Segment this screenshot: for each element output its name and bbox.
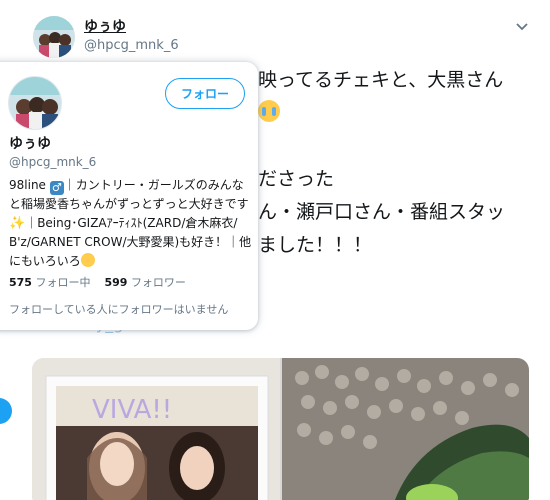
- followers-count: 599: [104, 276, 128, 289]
- hover-card-name[interactable]: ゆぅゆ: [9, 133, 51, 153]
- tweet-author-name[interactable]: ゆぅゆ: [84, 16, 126, 36]
- tweet-author-handle: @hpcg_mnk_6: [84, 38, 179, 53]
- male-sign-icon: ♂: [49, 181, 64, 195]
- followers-label: フォロワー: [130, 276, 186, 289]
- media-text: VIVA!!: [92, 395, 172, 425]
- tweet-media[interactable]: VIVA!!: [32, 358, 529, 500]
- sparkles-icon: ✨: [9, 216, 26, 231]
- tweet-text: 映ってるチェキと、大黒さん ださった ん・瀬戸口さん・番組スタッ ました！！！: [258, 64, 505, 262]
- follow-button[interactable]: フォロー: [165, 78, 245, 109]
- floating-action-dot[interactable]: [0, 398, 12, 424]
- tweet-text-line: ました！！！: [258, 234, 373, 256]
- hover-card-bio: 98line ♂ ｜カントリー・ガールズのみんなと稲場愛香ちゃんがずっとずっと大好…: [9, 176, 252, 271]
- bio-text: 98line: [9, 178, 50, 192]
- following-count: 575: [9, 276, 32, 289]
- tweet-text-line: 映ってるチェキと、大黒さん: [258, 69, 504, 91]
- followers-stat[interactable]: 599 フォロワー: [104, 274, 185, 290]
- bio-text: ｜Being･GIZAｱｰﾃｨｽﾄ(ZARD/倉木麻衣/B'z/GARNET C…: [9, 216, 252, 268]
- tweet-text-line: ん・瀬戸口さん・番組スタッ: [258, 201, 506, 223]
- hover-card-stats: 575 フォロー中 599 フォロワー: [9, 274, 186, 290]
- crying-emoji-icon: [258, 100, 280, 122]
- hover-card-handle: @hpcg_mnk_6: [9, 155, 97, 169]
- mutual-followers-text: フォローしている人にフォロワーはいません: [9, 303, 229, 316]
- hover-card-avatar[interactable]: [8, 76, 62, 130]
- smiling-face-icon: [80, 253, 95, 267]
- profile-hover-card: フォロー ゆぅゆ @hpcg_mnk_6 98line ♂ ｜カントリー・ガールズ…: [0, 62, 258, 330]
- following-stat[interactable]: 575 フォロー中: [9, 274, 90, 290]
- following-label: フォロー中: [35, 276, 91, 289]
- chevron-down-icon[interactable]: [512, 16, 532, 36]
- tweet-avatar[interactable]: [33, 16, 75, 58]
- tweet-text-line: ださった: [258, 168, 335, 190]
